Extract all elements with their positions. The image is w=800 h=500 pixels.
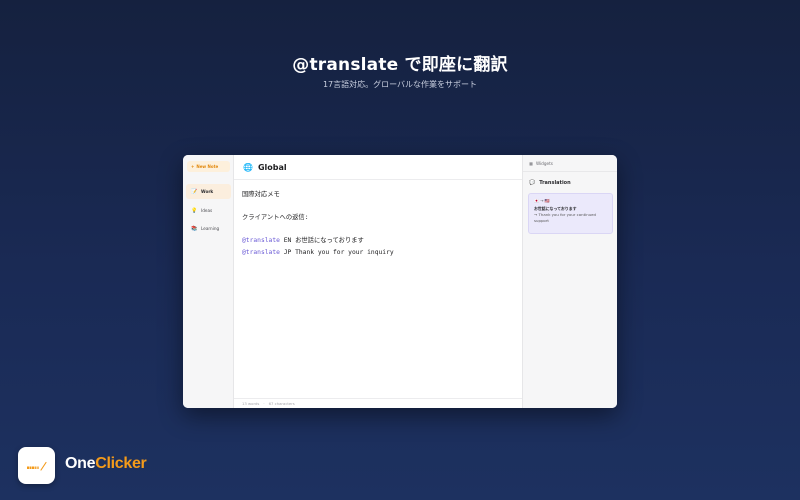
sidebar-item-label: Ideas	[201, 208, 213, 213]
memo-icon: 📝	[191, 188, 198, 195]
editor-line-translate-command: @translate EN お世話になっております	[242, 237, 364, 244]
globe-icon: 🌐	[243, 162, 253, 172]
char-count: 67 characters	[268, 401, 295, 406]
translation-source-text: お世話になっております	[534, 205, 577, 211]
sidebar-item-ideas[interactable]: 💡 Ideas	[186, 203, 231, 218]
separator: ·	[263, 401, 265, 406]
editor-line: クライアントへの返信:	[242, 214, 309, 221]
speech-bubble-icon: 💬	[529, 180, 536, 186]
new-note-button[interactable]: + New Note	[187, 161, 230, 172]
translation-widget-heading: 💬 Translation	[523, 172, 617, 186]
sidebar-item-work[interactable]: 📝 Work	[186, 184, 231, 199]
sidebar-item-label: Work	[201, 189, 214, 194]
hero-subtitle: 17言語対応。グローバルな作業をサポート	[322, 80, 478, 89]
language-flags: 🇯🇵 → 🇺🇸	[534, 198, 550, 203]
sidebar: + New Note 📝 Work 💡 Ideas 📚 Learning	[183, 155, 234, 408]
app-logo-icon	[18, 447, 55, 484]
translation-card[interactable]: 🇯🇵 → 🇺🇸 お世話になっております → Thank you for your…	[528, 193, 613, 234]
widgets-panel: ▦ Widgets 💬 Translation 🇯🇵 → 🇺🇸 お世話になってお…	[522, 155, 617, 408]
grid-icon: ▦	[529, 160, 533, 166]
plus-icon: +	[191, 164, 195, 169]
widgets-header-label: Widgets	[535, 160, 553, 166]
hero-title: @translate で即座に翻訳	[292, 55, 508, 75]
editor-line: 国際対応メモ	[242, 191, 280, 198]
new-note-label: New Note	[196, 164, 219, 169]
note-title[interactable]: Global	[258, 163, 287, 172]
brand-name: OneClicker	[65, 455, 147, 472]
note-header: 🌐 Global	[234, 155, 522, 180]
sidebar-item-label: Learning	[201, 226, 220, 231]
app-window: + New Note 📝 Work 💡 Ideas 📚 Learning 🌐 G…	[183, 155, 617, 408]
sidebar-item-learning[interactable]: 📚 Learning	[186, 221, 231, 236]
books-icon: 📚	[191, 225, 198, 232]
editor-line-translate-command: @translate JP Thank you for your inquiry	[242, 248, 394, 256]
lightbulb-icon: 💡	[191, 207, 198, 214]
translation-widget-title: Translation	[539, 180, 571, 186]
translation-result-text: → Thank you for your continued support	[534, 212, 597, 223]
cursor-click-icon	[26, 461, 47, 471]
note-body[interactable]: 国際対応メモ クライアントへの返信: @translate EN お世話になって…	[234, 180, 522, 258]
note-editor-pane: 🌐 Global 国際対応メモ クライアントへの返信: @translate E…	[234, 155, 522, 408]
word-count: 13 words	[242, 401, 260, 406]
status-bar: 13 words · 67 characters	[234, 398, 522, 408]
widgets-header: ▦ Widgets	[523, 155, 617, 172]
